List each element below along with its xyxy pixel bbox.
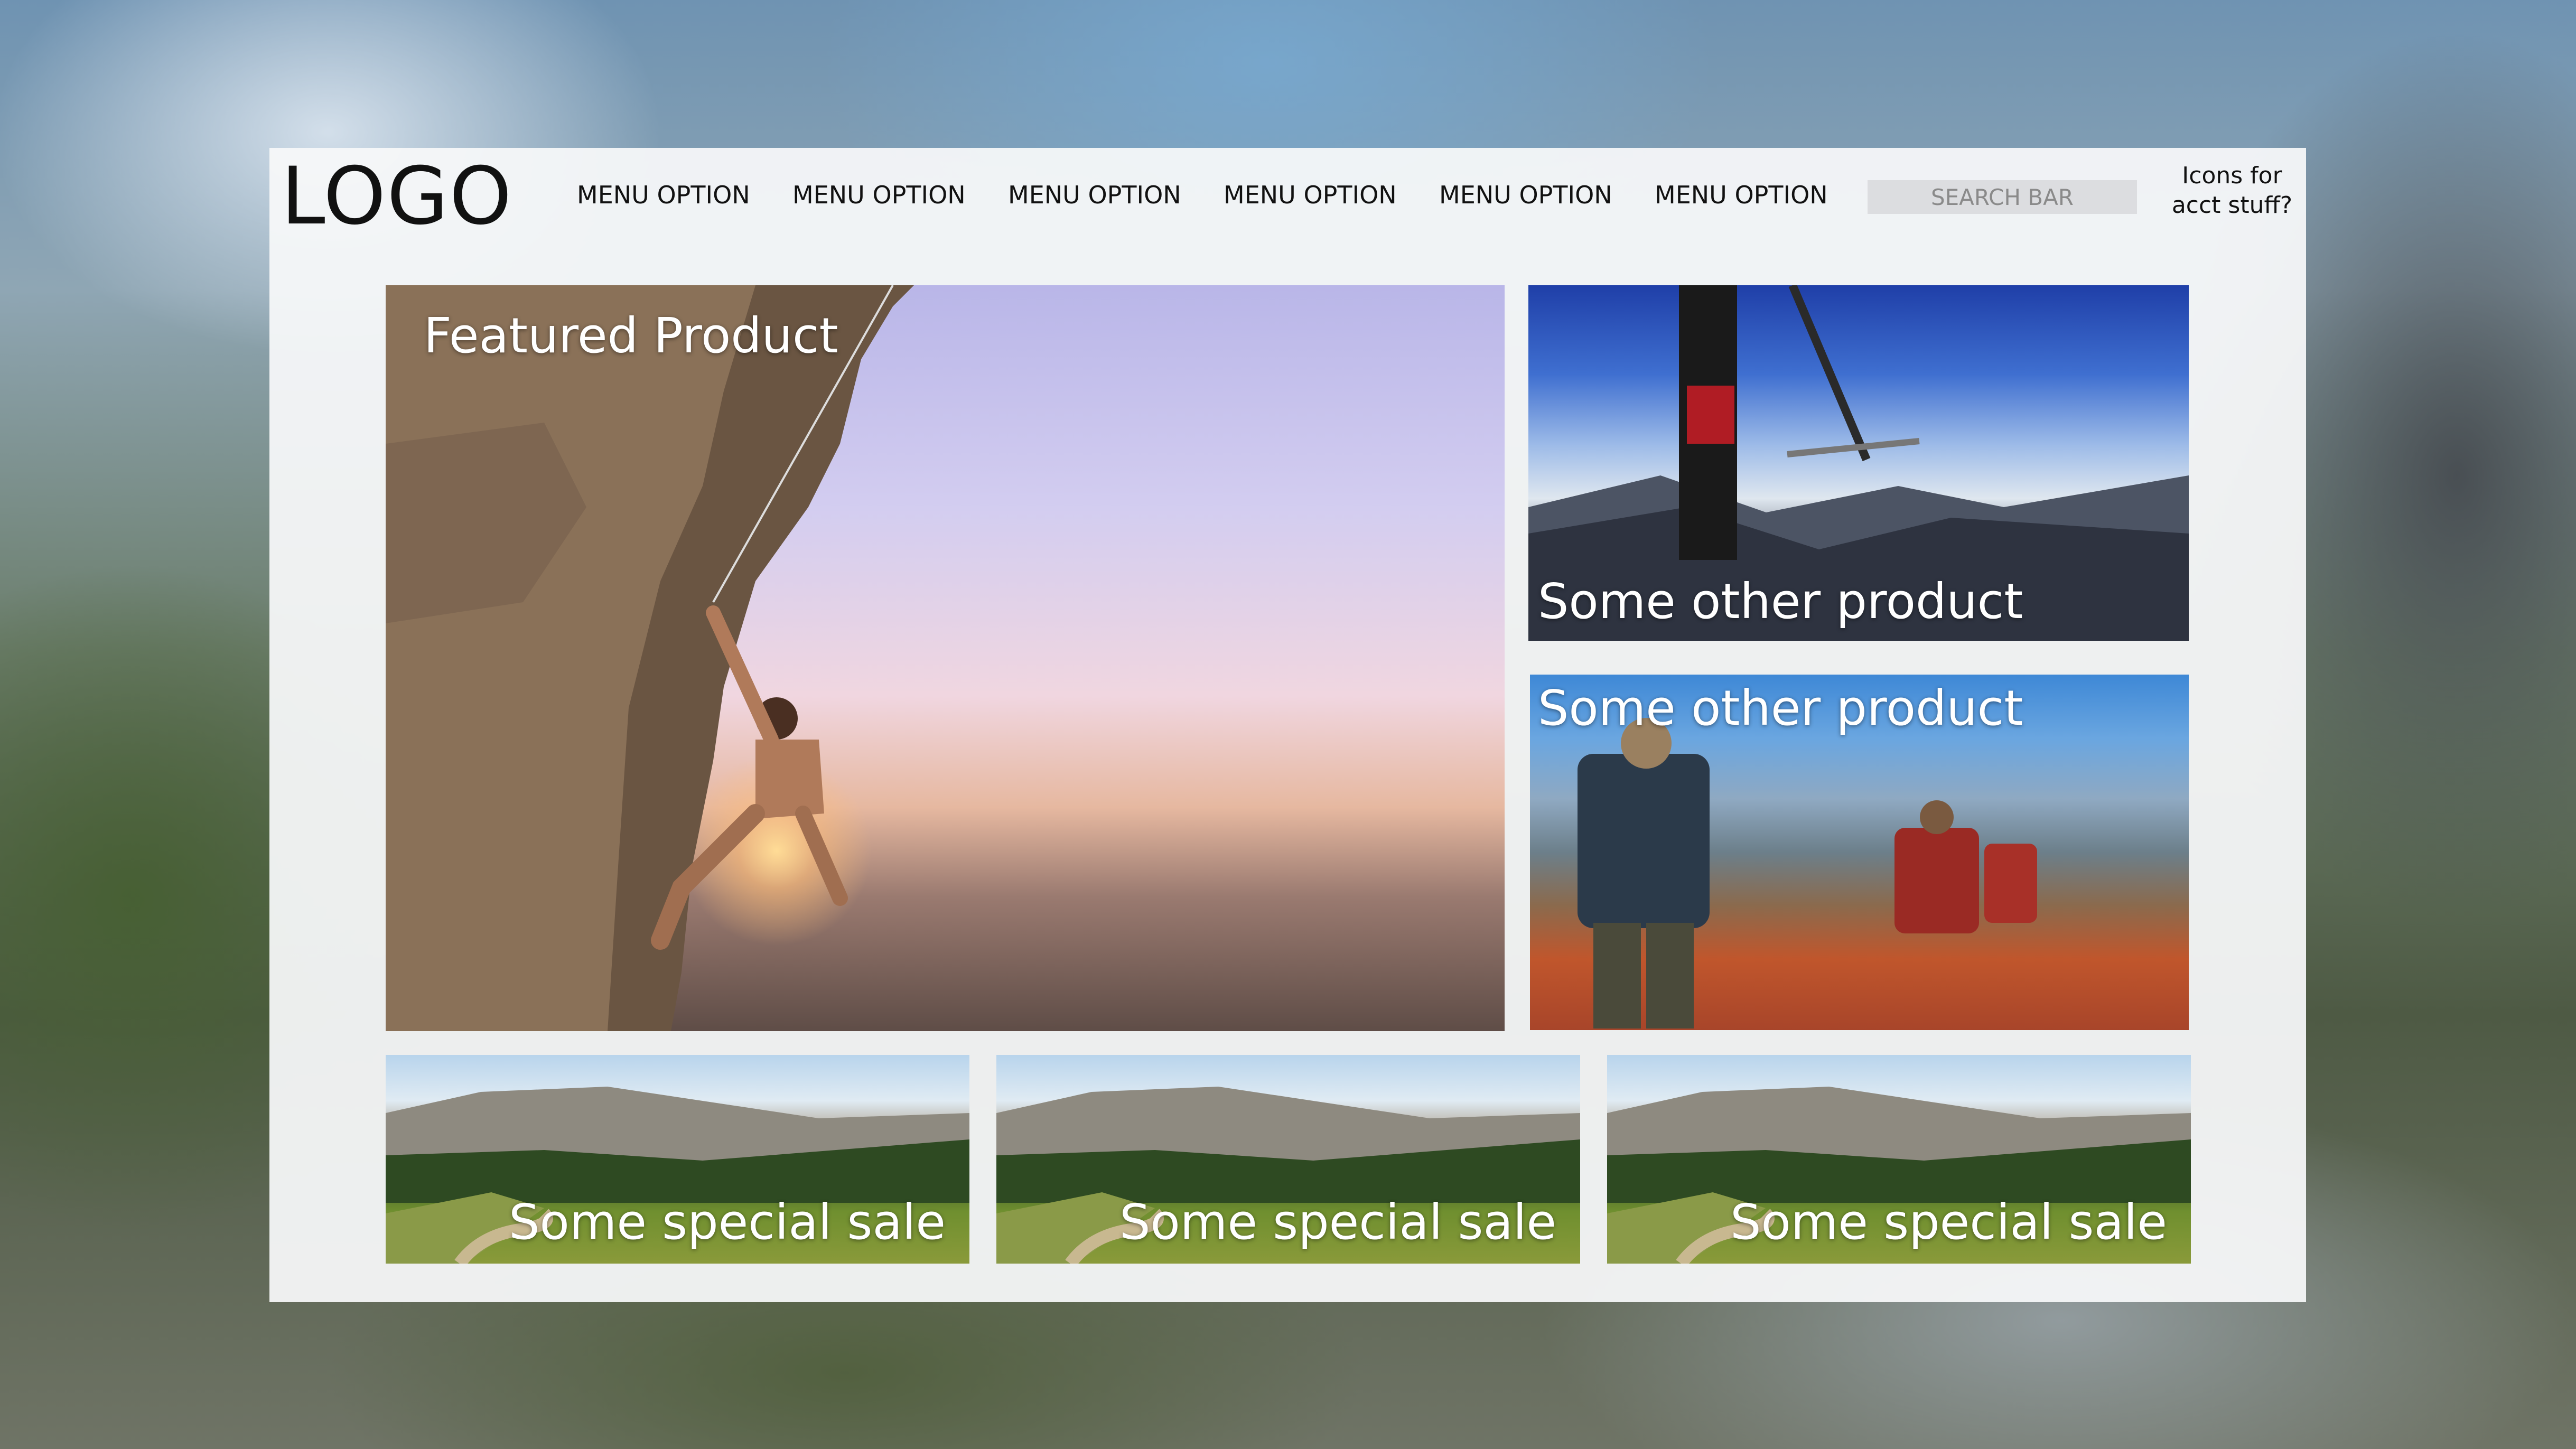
climber-image xyxy=(386,285,914,1031)
menu-option-5[interactable]: MENU OPTION xyxy=(1439,181,1612,209)
sale-label-1: Some special sale xyxy=(509,1194,946,1250)
sale-tile-2[interactable]: Some special sale xyxy=(996,1055,1580,1264)
sale-label-2: Some special sale xyxy=(1119,1194,1556,1250)
menu-option-6[interactable]: MENU OPTION xyxy=(1655,181,1828,209)
account-label-line2: acct stuff? xyxy=(2171,192,2293,219)
logo[interactable]: LOGO xyxy=(281,151,513,242)
sale-tile-1[interactable]: Some special sale xyxy=(386,1055,969,1264)
page-mockup: LOGO MENU OPTION MENU OPTION MENU OPTION… xyxy=(269,148,2306,1302)
search-input[interactable] xyxy=(1868,180,2137,214)
product-tile-2[interactable]: Some other product xyxy=(1530,675,2189,1030)
menu-option-1[interactable]: MENU OPTION xyxy=(577,181,750,209)
product-label-2: Some other product xyxy=(1538,680,2023,736)
sale-label-3: Some special sale xyxy=(1730,1194,2167,1250)
product-tile-1[interactable]: Some other product xyxy=(1528,285,2189,641)
featured-product-tile[interactable]: Featured Product xyxy=(386,285,1505,1031)
account-icons-placeholder[interactable]: Icons for acct stuff? xyxy=(2155,161,2309,220)
menu-option-4[interactable]: MENU OPTION xyxy=(1224,181,1397,209)
account-label-line1: Icons for xyxy=(2182,162,2282,189)
menu-option-2[interactable]: MENU OPTION xyxy=(792,181,966,209)
product-label-1: Some other product xyxy=(1538,573,2023,630)
menu-option-3[interactable]: MENU OPTION xyxy=(1008,181,1181,209)
sale-tile-3[interactable]: Some special sale xyxy=(1607,1055,2191,1264)
featured-product-label: Featured Product xyxy=(424,307,838,364)
main-menu: MENU OPTION MENU OPTION MENU OPTION MENU… xyxy=(577,181,1828,209)
